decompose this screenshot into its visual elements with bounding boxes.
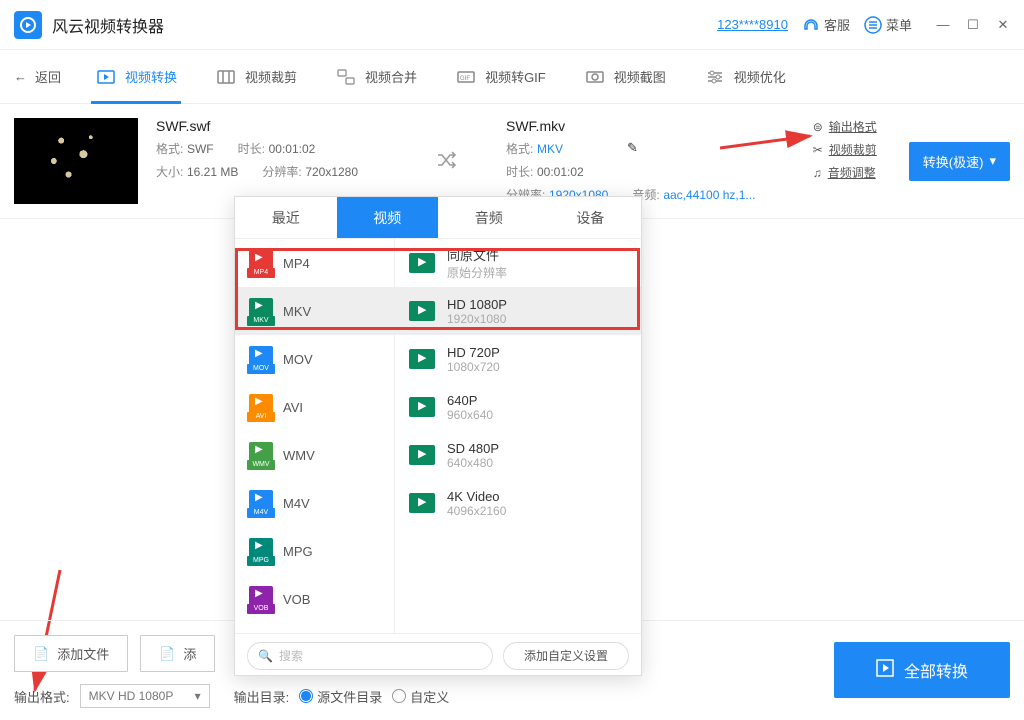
tab-video-merge[interactable]: 视频合并	[331, 50, 421, 104]
format-icon: M4V	[249, 490, 273, 516]
format-item-mov[interactable]: MOVMOV	[235, 335, 394, 383]
screenshot-icon	[584, 66, 606, 88]
equalizer-icon: ♫	[813, 166, 822, 180]
optimize-icon	[704, 66, 726, 88]
back-button[interactable]: ← 返回	[14, 67, 61, 86]
menu-icon	[864, 16, 882, 34]
video-trim-link[interactable]: ✂视频裁剪	[813, 141, 877, 158]
resolution-item[interactable]: 640P960x640	[395, 383, 641, 431]
convert-icon	[95, 66, 117, 88]
convert-all-button[interactable]: 全部转换	[834, 642, 1010, 698]
source-filename: SWF.swf	[156, 118, 416, 134]
file-plus-icon: 📄	[33, 646, 49, 662]
format-icon: MOV	[249, 346, 273, 372]
format-item-vob[interactable]: VOBVOB	[235, 575, 394, 623]
maximize-button[interactable]: ☐	[966, 17, 980, 33]
dd-tab-recent[interactable]: 最近	[235, 197, 337, 238]
tab-optimize[interactable]: 视频优化	[700, 50, 790, 104]
format-icon: ⊜	[813, 120, 823, 134]
format-item-avi[interactable]: AVIAVI	[235, 383, 394, 431]
format-icon: WMV	[249, 442, 273, 468]
format-icon: AVI	[249, 394, 273, 420]
action-column: ⊜输出格式 ✂视频裁剪 ♫音频调整	[813, 118, 877, 204]
back-label: 返回	[35, 67, 61, 86]
format-item-mp4[interactable]: MP4MP4	[235, 239, 394, 287]
minimize-button[interactable]: —	[936, 17, 950, 33]
dest-filename: SWF.mkv	[506, 118, 766, 134]
user-id[interactable]: 123****8910	[717, 17, 788, 32]
video-file-icon	[409, 253, 435, 273]
format-item-mkv[interactable]: MKVMKV	[235, 287, 394, 335]
support-button[interactable]: 客服	[802, 15, 850, 34]
titlebar: 风云视频转换器 123****8910 客服 菜单 — ☐ ✕	[0, 0, 1024, 50]
close-button[interactable]: ✕	[996, 17, 1010, 33]
main-toolbar: ← 返回 视频转换 视频裁剪 视频合并 GIF视频转GIF 视频截图 视频优化	[0, 50, 1024, 104]
format-icon: MPG	[249, 538, 273, 564]
chevron-down-icon: ▾	[989, 153, 996, 169]
tab-video-trim[interactable]: 视频裁剪	[211, 50, 301, 104]
format-item-wmv[interactable]: WMVWMV	[235, 431, 394, 479]
shuffle-icon[interactable]	[434, 148, 458, 175]
add-custom-button[interactable]: 添加自定义设置	[503, 642, 629, 670]
format-icon: MKV	[249, 298, 273, 324]
tab-screenshot[interactable]: 视频截图	[580, 50, 670, 104]
format-item-mpg[interactable]: MPGMPG	[235, 527, 394, 575]
menu-label: 菜单	[886, 15, 912, 34]
chevron-down-icon: ▾	[195, 689, 201, 703]
arrow-left-icon: ←	[14, 69, 27, 84]
radio-custom-dir[interactable]: 自定义	[392, 687, 449, 706]
radio-source-dir[interactable]: 源文件目录	[299, 687, 382, 706]
output-format-link[interactable]: ⊜输出格式	[813, 118, 877, 135]
format-list: MP4MP4MKVMKVMOVMOVAVIAVIWMVWMVM4VM4VMPGM…	[235, 239, 395, 633]
output-format-select[interactable]: MKV HD 1080P▾	[80, 684, 210, 708]
radio-on-icon	[299, 689, 313, 703]
gif-icon: GIF	[455, 66, 477, 88]
tab-video-convert[interactable]: 视频转换	[91, 50, 181, 104]
convert-button[interactable]: 转换(极速)▾	[909, 142, 1010, 181]
format-item-m4v[interactable]: M4VM4V	[235, 479, 394, 527]
dd-tab-audio[interactable]: 音频	[438, 197, 540, 238]
dd-tab-device[interactable]: 设备	[540, 197, 642, 238]
play-icon	[876, 659, 894, 682]
video-file-icon	[409, 397, 435, 417]
resolution-item[interactable]: HD 1080P1920x1080	[395, 287, 641, 335]
add-folder-button[interactable]: 📄添	[140, 635, 215, 672]
output-dir-label: 输出目录:	[234, 687, 290, 706]
tab-video-gif[interactable]: GIF视频转GIF	[451, 50, 550, 104]
headset-icon	[802, 16, 820, 34]
folder-icon: 📄	[159, 646, 175, 662]
search-icon: 🔍	[258, 649, 273, 663]
trim-icon	[215, 66, 237, 88]
resolution-item[interactable]: HD 720P1080x720	[395, 335, 641, 383]
format-icon: MP4	[249, 250, 273, 276]
resolution-list: 同原文件原始分辨率HD 1080P1920x1080HD 720P1080x72…	[395, 239, 641, 633]
merge-icon	[335, 66, 357, 88]
audio-adjust-link[interactable]: ♫音频调整	[813, 164, 877, 181]
menu-button[interactable]: 菜单	[864, 15, 912, 34]
video-file-icon	[409, 301, 435, 321]
scissors-icon: ✂	[813, 143, 823, 157]
output-format-label: 输出格式:	[14, 687, 70, 706]
app-title: 风云视频转换器	[52, 13, 164, 37]
format-dropdown: 最近 视频 音频 设备 MP4MP4MKVMKVMOVMOVAVIAVIWMVW…	[234, 196, 642, 676]
edit-icon[interactable]: ✎	[627, 140, 638, 157]
radio-off-icon	[392, 689, 406, 703]
resolution-item[interactable]: SD 480P640x480	[395, 431, 641, 479]
resolution-item[interactable]: 同原文件原始分辨率	[395, 239, 641, 287]
search-input[interactable]: 🔍搜索	[247, 642, 493, 670]
dd-tab-video[interactable]: 视频	[337, 197, 439, 238]
format-icon: VOB	[249, 586, 273, 612]
source-info: SWF.swf 格式: SWF 时长: 00:01:02 大小: 16.21 M…	[156, 118, 416, 204]
add-file-button[interactable]: 📄添加文件	[14, 635, 128, 672]
svg-text:GIF: GIF	[460, 76, 470, 82]
video-file-icon	[409, 493, 435, 513]
resolution-item[interactable]: 4K Video4096x2160	[395, 479, 641, 527]
app-logo	[14, 11, 42, 39]
dest-info: SWF.mkv 格式: MKV ✎ 时长: 00:01:02 分辨率: 1920…	[506, 118, 766, 204]
support-label: 客服	[824, 15, 850, 34]
video-file-icon	[409, 349, 435, 369]
video-thumbnail[interactable]	[14, 118, 138, 204]
video-file-icon	[409, 445, 435, 465]
